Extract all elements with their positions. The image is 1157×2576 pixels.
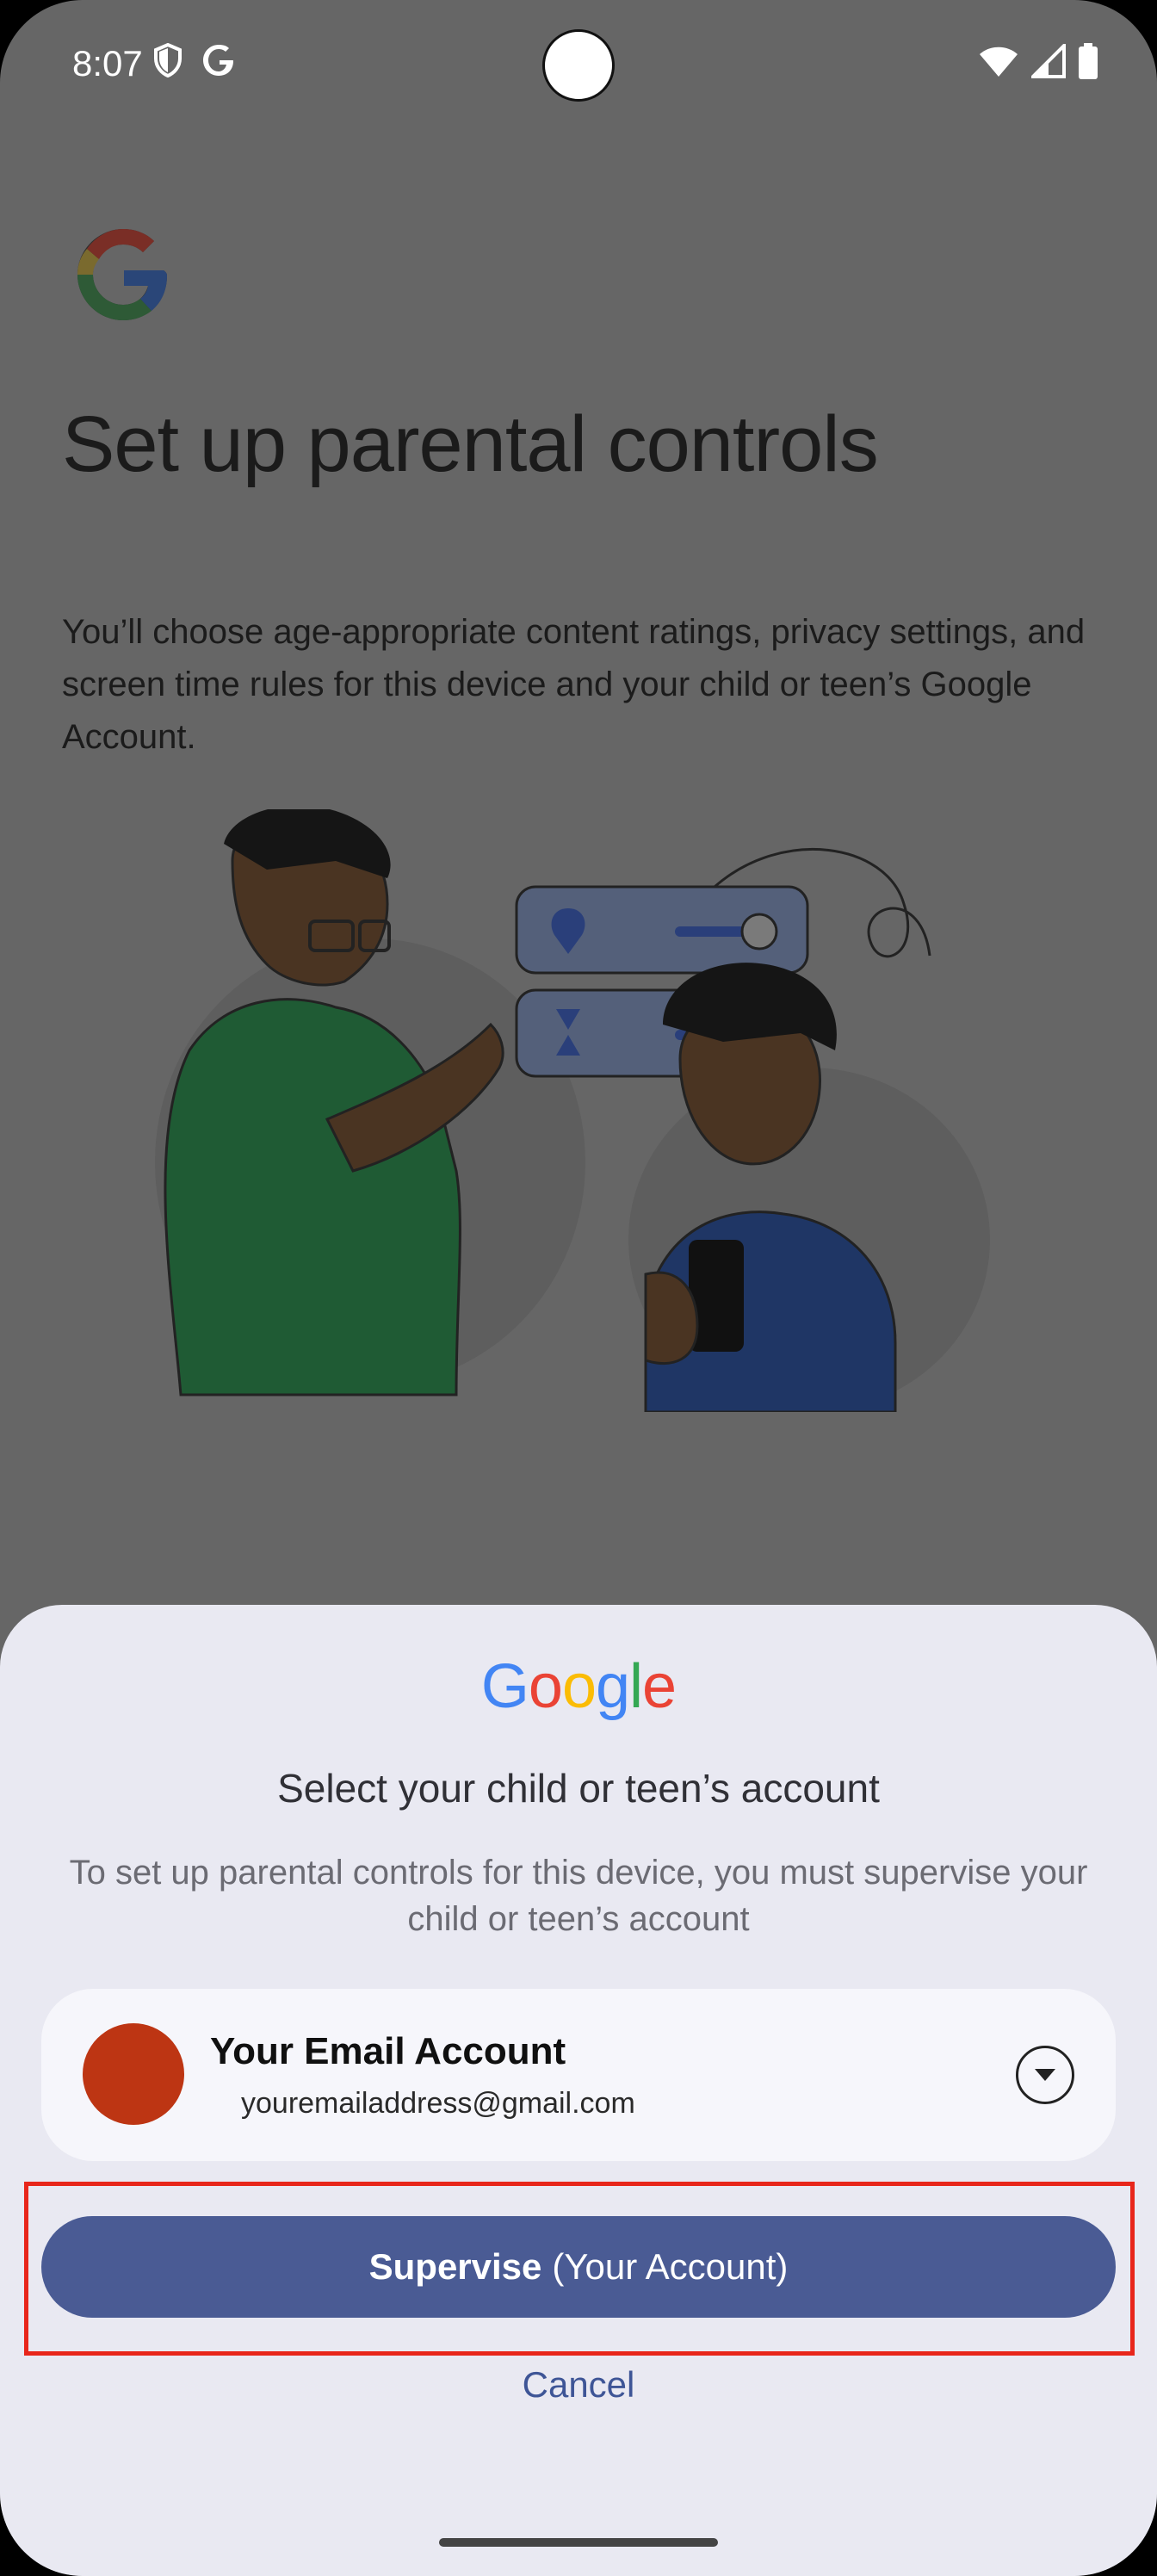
status-left-icons (153, 43, 236, 77)
sheet-title: Select your child or teen’s account (277, 1766, 880, 1811)
google-letter: e (642, 1652, 677, 1721)
google-letter: o (528, 1652, 563, 1721)
parent-child-illustration (155, 809, 990, 1412)
google-letter: g (596, 1652, 630, 1721)
front-camera (542, 29, 615, 102)
page-description: You’ll choose age-appropriate content ra… (62, 613, 1086, 756)
page-title: Set up parental controls (62, 400, 879, 488)
google-letter: l (629, 1652, 643, 1721)
google-letter: G (480, 1652, 529, 1721)
status-right-icons (978, 43, 1098, 79)
battery-icon (1079, 43, 1098, 79)
cancel-button[interactable]: Cancel (0, 2364, 1157, 2406)
home-indicator[interactable] (439, 2538, 718, 2547)
status-time: 8:07 (72, 43, 143, 84)
avatar (83, 2023, 184, 2125)
google-letter: o (561, 1652, 597, 1721)
account-email: youremailaddress@gmail.com (241, 2087, 635, 2120)
sheet-description: To set up parental controls for this dev… (69, 1854, 1088, 1938)
supervise-label: Supervise (368, 2246, 542, 2287)
supervise-button[interactable]: Supervise (Your Account) (41, 2216, 1116, 2318)
signal-icon (1031, 44, 1066, 78)
account-selector[interactable]: Your Email Account youremailaddress@gmai… (41, 1989, 1116, 2161)
phone-screen: 8:07 Set up parental controls You’ll cho (0, 0, 1157, 2576)
account-name: Your Email Account (210, 2030, 566, 2072)
wifi-icon (980, 46, 1018, 77)
supervise-account-label: (Your Account) (552, 2246, 789, 2287)
shield-icon (154, 43, 182, 77)
chevron-down-icon[interactable] (1016, 2046, 1074, 2104)
google-wordmark: Google (0, 1651, 1157, 1722)
google-logo-icon (77, 229, 167, 320)
google-g-icon (203, 45, 233, 76)
